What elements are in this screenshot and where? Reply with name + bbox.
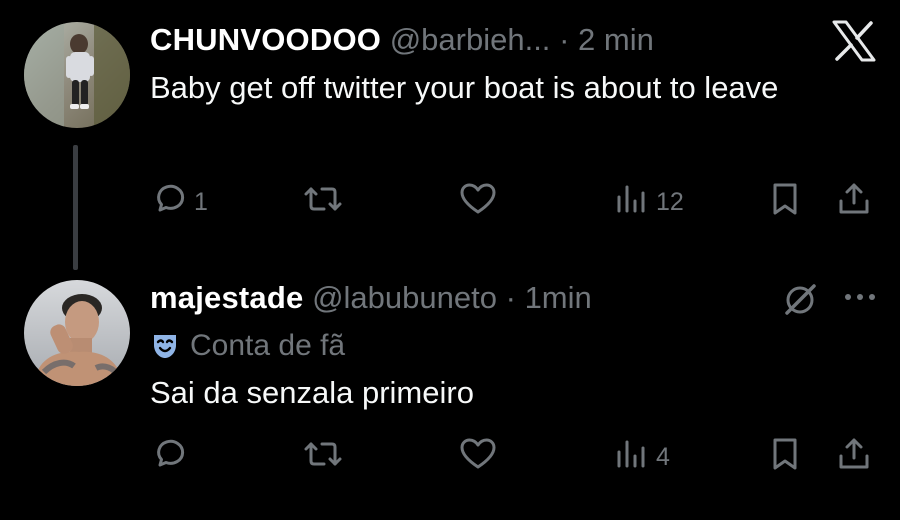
like-button[interactable]: [458, 435, 506, 479]
timestamp[interactable]: 1min: [525, 280, 592, 315]
views-icon: [614, 436, 648, 479]
repost-button[interactable]: [300, 435, 354, 479]
avatar[interactable]: [24, 22, 130, 128]
bookmark-icon: [768, 181, 802, 224]
user-handle[interactable]: @barbieh...: [390, 22, 551, 57]
repost-icon: [300, 436, 346, 479]
theater-mask-icon: [150, 330, 180, 360]
reply-count: 1: [194, 187, 208, 216]
share-icon: [836, 436, 872, 479]
separator-dot: ·: [505, 280, 516, 315]
views-count: 12: [656, 187, 684, 216]
tweet-text: Sai da senzala primeiro: [150, 375, 474, 410]
views-icon: [614, 181, 648, 224]
like-button[interactable]: [458, 180, 506, 224]
share-button[interactable]: [836, 435, 872, 479]
share-icon: [836, 181, 872, 224]
grok-icon[interactable]: [780, 280, 820, 320]
like-icon: [458, 436, 498, 479]
fan-account-label: Conta de fã: [190, 329, 346, 362]
repost-icon: [300, 181, 346, 224]
tweet-header: majestade @labubuneto · 1min: [150, 280, 592, 316]
display-name[interactable]: majestade: [150, 280, 303, 315]
views-button[interactable]: 4: [614, 435, 670, 479]
reply-button[interactable]: [150, 435, 194, 479]
reply-button[interactable]: 1: [150, 180, 208, 224]
tweet-1[interactable]: CHUNVOODOO @barbieh... · 2 min Baby get …: [0, 0, 900, 270]
tweet-text: Baby get off twitter your boat is about …: [150, 70, 779, 105]
bookmark-button[interactable]: [768, 180, 802, 224]
tweet-2[interactable]: majestade @labubuneto · 1min Conta de fã…: [0, 270, 900, 520]
user-handle[interactable]: @labubuneto: [312, 280, 497, 315]
reply-icon: [150, 181, 186, 224]
repost-button[interactable]: [300, 180, 354, 224]
tweet-actions: 4: [0, 435, 900, 479]
bookmark-icon: [768, 436, 802, 479]
avatar[interactable]: [24, 280, 130, 386]
bookmark-button[interactable]: [768, 435, 802, 479]
timestamp[interactable]: 2 min: [578, 22, 654, 57]
reply-icon: [150, 436, 186, 479]
like-icon: [458, 181, 498, 224]
share-button[interactable]: [836, 180, 872, 224]
tweet-header: CHUNVOODOO @barbieh... · 2 min: [150, 22, 654, 58]
views-button[interactable]: 12: [614, 180, 684, 224]
x-logo-icon: [830, 20, 878, 62]
views-count: 4: [656, 442, 670, 471]
tweet-actions: 1 12: [0, 180, 900, 224]
more-icon[interactable]: [840, 280, 880, 316]
fan-account-badge: Conta de fã: [150, 328, 345, 364]
display-name[interactable]: CHUNVOODOO: [150, 22, 381, 57]
separator-dot: ·: [559, 22, 570, 57]
